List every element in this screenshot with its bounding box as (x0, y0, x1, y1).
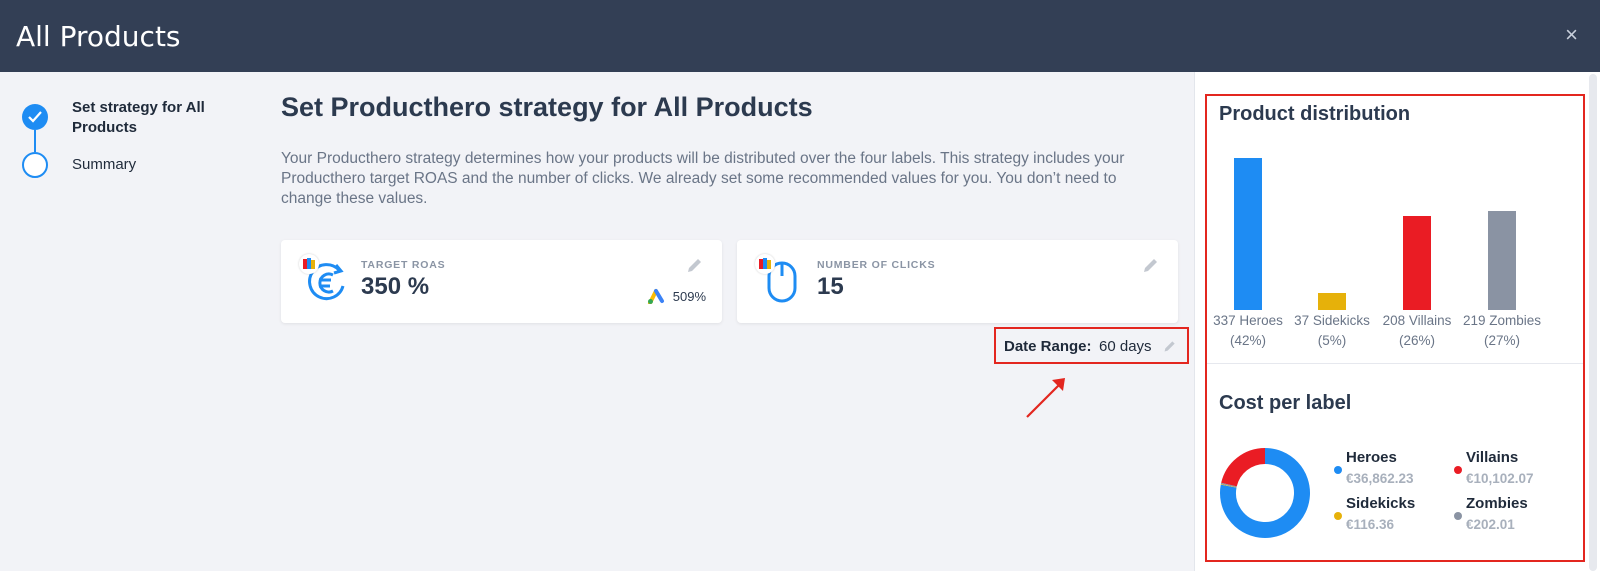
legend-dot (1334, 512, 1342, 520)
intro-text: Your Producthero strategy determines how… (281, 150, 1125, 207)
bar-heroes (1234, 158, 1262, 310)
bar-label-sidekicks: 37 Sidekicks (5%) (1294, 313, 1370, 348)
card-value: 350 % (361, 273, 430, 300)
annotation-arrow (1026, 378, 1065, 418)
donut-slice-villains (1221, 448, 1266, 487)
bar-label-heroes: 337 Heroes (42%) (1213, 313, 1283, 348)
modal-title: All Products (16, 20, 181, 53)
modal-header: All Products × (0, 0, 1600, 72)
bar-zombies (1488, 211, 1516, 310)
mouse-icon (755, 254, 805, 304)
edit-pencil-icon[interactable] (1163, 339, 1177, 358)
producthero-logo-badge (299, 254, 319, 274)
card-value: 15 (817, 273, 844, 300)
step-pending-icon (22, 152, 48, 178)
step-label-strategy[interactable]: Set strategy for All Products (72, 98, 242, 138)
card-label: TARGET ROAS (361, 259, 446, 271)
product-distribution-title: Product distribution (1219, 103, 1411, 125)
legend-dot (1454, 512, 1462, 520)
date-range-label: Date Range: (1004, 338, 1092, 355)
close-button[interactable]: × (1565, 22, 1578, 48)
target-roas-card: TARGET ROAS 350 % 509% (281, 240, 722, 323)
divider (1207, 363, 1583, 364)
edit-pencil-icon[interactable] (1142, 256, 1160, 279)
bar-villains (1403, 216, 1431, 310)
distribution-bar-chart (1218, 140, 1578, 310)
date-range-value[interactable]: 60 days (1099, 338, 1152, 355)
step-label-summary[interactable]: Summary (72, 156, 136, 173)
legend-dot (1454, 466, 1462, 474)
cost-donut-chart (1220, 448, 1310, 538)
page-title: Set Producthero strategy for All Product… (281, 92, 813, 122)
cost-per-label-title: Cost per label (1219, 392, 1352, 414)
number-of-clicks-card: NUMBER OF CLICKS 15 (737, 240, 1178, 323)
scrollbar[interactable] (1589, 74, 1597, 571)
step-connector (34, 130, 36, 152)
google-ads-value: 509% (672, 288, 706, 304)
google-ads-roas: 509% (647, 288, 706, 304)
step-complete-icon (22, 104, 48, 130)
date-range-box: Date Range: 60 days (994, 327, 1189, 364)
euro-cycle-icon (299, 254, 349, 304)
producthero-logo-badge (755, 254, 775, 274)
bar-sidekicks (1318, 293, 1346, 310)
legend-dot (1334, 466, 1342, 474)
edit-pencil-icon[interactable] (686, 256, 704, 279)
bar-label-villains: 208 Villains (26%) (1382, 313, 1452, 348)
card-label: NUMBER OF CLICKS (817, 259, 936, 271)
bar-label-zombies: 219 Zombies (27%) (1462, 313, 1542, 348)
google-ads-icon (647, 289, 664, 304)
